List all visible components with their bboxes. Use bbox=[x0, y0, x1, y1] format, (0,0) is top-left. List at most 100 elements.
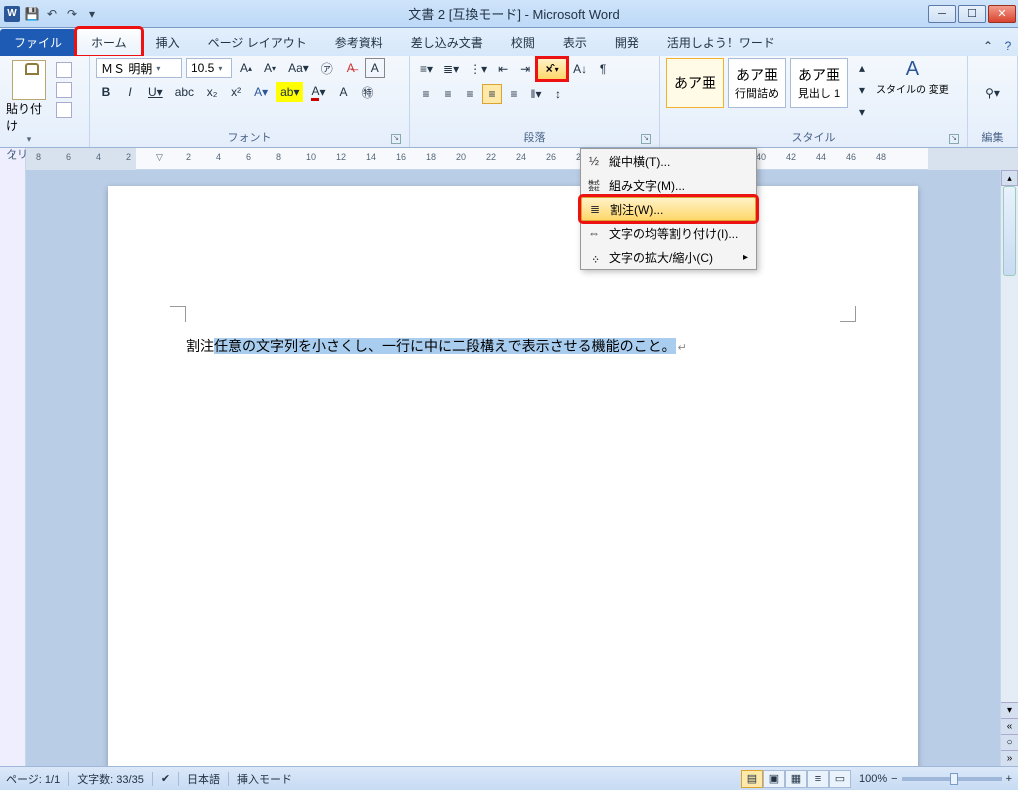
bold-button[interactable]: B bbox=[96, 82, 116, 102]
vertical-scrollbar[interactable]: ▴ ▾ « ○ » bbox=[1000, 170, 1018, 766]
browse-object-icon[interactable]: ○ bbox=[1001, 734, 1018, 750]
subscript-button[interactable]: x₂ bbox=[202, 82, 222, 102]
styles-expand-icon[interactable]: ▾ bbox=[852, 102, 872, 122]
font-color-button[interactable]: A▾ bbox=[307, 82, 329, 102]
menu-warichu[interactable]: ≣割注(W)... bbox=[581, 197, 756, 221]
style-heading1[interactable]: あア亜見出し 1 bbox=[790, 58, 848, 108]
text-effects-button[interactable]: A▾ bbox=[250, 82, 272, 102]
close-button[interactable]: ✕ bbox=[988, 5, 1016, 23]
change-case-button[interactable]: Aa▾ bbox=[284, 58, 313, 78]
change-styles-button[interactable]: A スタイルの 変更 bbox=[876, 58, 949, 96]
scroll-up-icon[interactable]: ▴ bbox=[1001, 170, 1018, 186]
superscript-button[interactable]: x² bbox=[226, 82, 246, 102]
vertical-ruler[interactable] bbox=[0, 170, 26, 766]
zoom-level[interactable]: 100% bbox=[859, 773, 887, 785]
ruler-right-margin[interactable] bbox=[928, 148, 1018, 170]
multilevel-button[interactable]: ⋮▾ bbox=[465, 59, 491, 79]
zoom-out-button[interactable]: − bbox=[891, 773, 897, 785]
paragraph-launcher-icon[interactable]: ↘ bbox=[641, 134, 651, 144]
bullets-button[interactable]: ≡▾ bbox=[416, 59, 437, 79]
strike-button[interactable]: abc bbox=[171, 82, 198, 102]
status-proofing-icon[interactable]: ✔ bbox=[161, 772, 170, 785]
style-no-spacing[interactable]: あア亜行間詰め bbox=[728, 58, 786, 108]
tab-view[interactable]: 表示 bbox=[549, 29, 601, 56]
status-page[interactable]: ページ: 1/1 bbox=[6, 771, 60, 787]
menu-kakudai[interactable]: ᠅文字の拡大/縮小(C)▸ bbox=[581, 245, 756, 269]
qat-more-icon[interactable]: ▾ bbox=[84, 6, 100, 22]
enclose-char-button[interactable]: ㊕ bbox=[358, 82, 378, 102]
tab-home[interactable]: ホーム bbox=[76, 28, 142, 56]
align-center-button[interactable]: ≡ bbox=[438, 84, 458, 104]
status-words[interactable]: 文字数: 33/35 bbox=[77, 771, 144, 787]
document-text-line[interactable]: 割注任意の文字列を小さくし、一行に中に二段構えで表示させる機能のこと。↵ bbox=[186, 336, 840, 356]
styles-scroll-down-icon[interactable]: ▾ bbox=[852, 80, 872, 100]
undo-icon[interactable]: ↶ bbox=[44, 6, 60, 22]
view-draft-icon[interactable]: ▭ bbox=[829, 770, 851, 788]
tab-mailings[interactable]: 差し込み文書 bbox=[397, 29, 497, 56]
zoom-in-button[interactable]: + bbox=[1006, 773, 1012, 785]
view-outline-icon[interactable]: ≡ bbox=[807, 770, 829, 788]
font-launcher-icon[interactable]: ↘ bbox=[391, 134, 401, 144]
tab-page-layout[interactable]: ページ レイアウト bbox=[194, 29, 321, 56]
menu-tatechu[interactable]: ½縦中横(T)... bbox=[581, 149, 756, 173]
grow-font-button[interactable]: A▴ bbox=[236, 58, 256, 78]
browse-next-icon[interactable]: » bbox=[1001, 750, 1018, 766]
menu-kumimoji[interactable]: ㍿組み文字(M)... bbox=[581, 173, 756, 197]
line-spacing-button[interactable]: ‖▾ bbox=[526, 84, 546, 104]
zoom-slider[interactable] bbox=[902, 777, 1002, 781]
scroll-thumb[interactable] bbox=[1003, 186, 1016, 276]
format-painter-icon[interactable] bbox=[56, 102, 72, 118]
paste-dropdown-icon[interactable]: ▾ bbox=[27, 134, 32, 145]
tab-insert[interactable]: 挿入 bbox=[142, 29, 194, 56]
inc-indent-button[interactable]: ⇥ bbox=[515, 59, 535, 79]
ruler-left-margin[interactable] bbox=[26, 148, 136, 170]
editing-dropdown[interactable]: ⚲▾ bbox=[981, 83, 1004, 103]
tab-addins[interactable]: 活用しよう！ワード bbox=[653, 29, 789, 56]
char-border-button[interactable]: A bbox=[365, 58, 385, 78]
view-fullscreen-icon[interactable]: ▣ bbox=[763, 770, 785, 788]
distribute-button[interactable]: ≡ bbox=[504, 84, 524, 104]
underline-button[interactable]: U▾ bbox=[144, 82, 167, 102]
document-area[interactable]: 割注任意の文字列を小さくし、一行に中に二段構えで表示させる機能のこと。↵ bbox=[26, 170, 1000, 766]
style-normal[interactable]: あア亜 bbox=[666, 58, 724, 108]
page[interactable]: 割注任意の文字列を小さくし、一行に中に二段構えで表示させる機能のこと。↵ bbox=[108, 186, 918, 766]
tab-review[interactable]: 校閲 bbox=[497, 29, 549, 56]
ribbon-minimize-icon[interactable]: ⌃ bbox=[978, 36, 998, 56]
char-shading-button[interactable]: A bbox=[334, 82, 354, 102]
styles-launcher-icon[interactable]: ↘ bbox=[949, 134, 959, 144]
show-marks-button[interactable]: ¶ bbox=[593, 59, 613, 79]
font-name-combo[interactable]: ＭＳ 明朝▾ bbox=[96, 58, 182, 78]
cut-icon[interactable] bbox=[56, 62, 72, 78]
save-icon[interactable]: 💾 bbox=[24, 6, 40, 22]
view-print-layout-icon[interactable]: ▤ bbox=[741, 770, 763, 788]
paste-icon[interactable] bbox=[12, 60, 46, 100]
phonetic-guide-button[interactable]: ㋐ bbox=[317, 58, 337, 78]
styles-scroll-up-icon[interactable]: ▴ bbox=[852, 58, 872, 78]
status-language[interactable]: 日本語 bbox=[187, 771, 220, 787]
scroll-down-icon[interactable]: ▾ bbox=[1001, 702, 1018, 718]
tab-file[interactable]: ファイル bbox=[0, 29, 76, 56]
sort-button[interactable]: A↓ bbox=[569, 59, 591, 79]
minimize-button[interactable]: ─ bbox=[928, 5, 956, 23]
align-left-button[interactable]: ≡ bbox=[416, 84, 436, 104]
justify-button[interactable]: ≡ bbox=[482, 84, 502, 104]
highlight-button[interactable]: ab▾ bbox=[276, 82, 303, 102]
redo-icon[interactable]: ↷ bbox=[64, 6, 80, 22]
align-right-button[interactable]: ≡ bbox=[460, 84, 480, 104]
dec-indent-button[interactable]: ⇤ bbox=[493, 59, 513, 79]
horizontal-ruler[interactable]: └ 8642▽246810121416182022242628303234363… bbox=[0, 148, 1018, 170]
menu-kinto[interactable]: ⇔文字の均等割り付け(I)... bbox=[581, 221, 756, 245]
font-size-combo[interactable]: 10.5▾ bbox=[186, 58, 232, 78]
copy-icon[interactable] bbox=[56, 82, 72, 98]
clear-format-button[interactable]: A̶ bbox=[341, 58, 361, 78]
view-web-icon[interactable]: ▦ bbox=[785, 770, 807, 788]
browse-prev-icon[interactable]: « bbox=[1001, 718, 1018, 734]
shrink-font-button[interactable]: A▾ bbox=[260, 58, 280, 78]
italic-button[interactable]: I bbox=[120, 82, 140, 102]
text-direction-button[interactable]: ↕ bbox=[548, 84, 568, 104]
asian-layout-button[interactable]: ×̂▾ bbox=[537, 58, 567, 80]
numbering-button[interactable]: ≣▾ bbox=[439, 59, 463, 79]
tab-references[interactable]: 参考資料 bbox=[321, 29, 397, 56]
zoom-slider-thumb[interactable] bbox=[950, 773, 958, 785]
status-insert-mode[interactable]: 挿入モード bbox=[237, 771, 292, 787]
